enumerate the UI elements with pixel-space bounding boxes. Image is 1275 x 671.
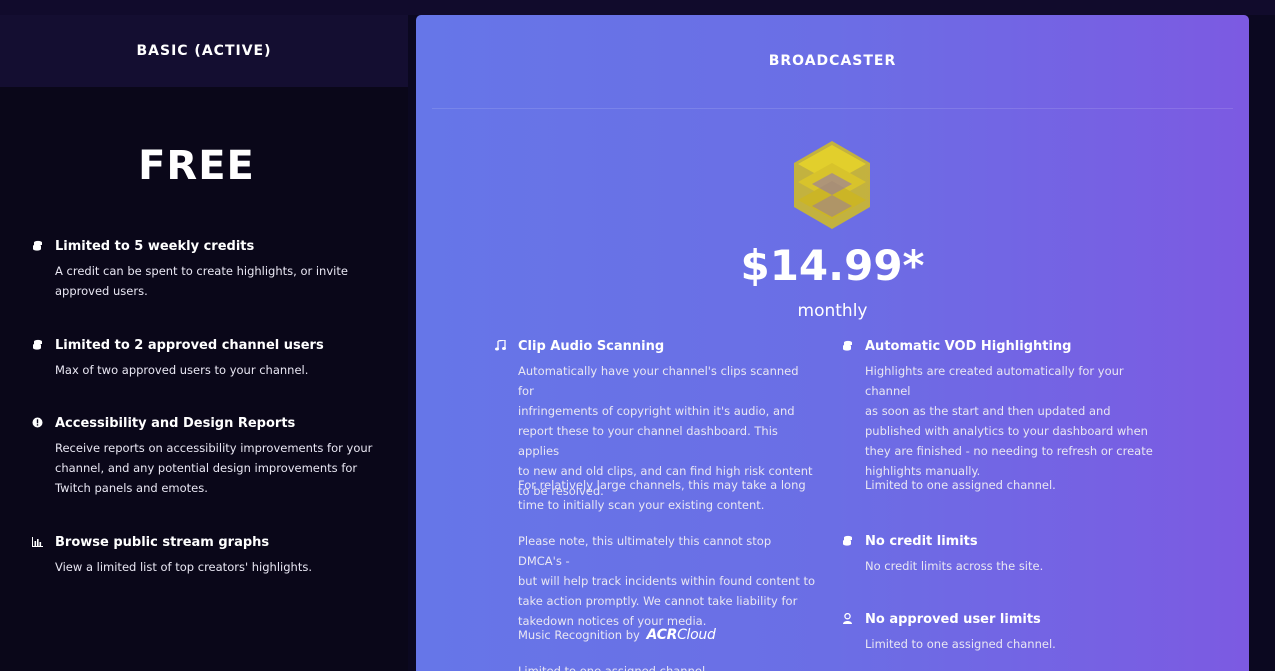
coins-icon: [840, 340, 854, 354]
broadcaster-plan-title: BROADCASTER: [768, 53, 897, 69]
basic-plan-title: BASIC (ACTIVE): [136, 43, 272, 59]
stacked-layers-icon: [794, 141, 870, 229]
feature-no-credit-limits: No credit limits No credit limits across…: [840, 534, 1160, 574]
music-note-icon: [493, 339, 507, 354]
clip-audio-note-dmca: Please note, this ultimately this cannot…: [518, 534, 816, 628]
feature-no-user-limits: No approved user limits Limited to one a…: [840, 612, 1160, 652]
feature-clip-audio-scanning: Clip Audio Scanning Automatically have y…: [493, 339, 813, 498]
coins-icon: [840, 535, 854, 549]
feature-title: Limited to 2 approved channel users: [55, 338, 324, 353]
top-strip: [0, 0, 1275, 15]
music-recognition-credit: Music Recognition by ACRCloud: [518, 627, 716, 643]
feature-vod-highlighting: Automatic VOD Highlighting Highlights ar…: [840, 339, 1160, 478]
vod-channel-limit: Limited to one assigned channel.: [865, 478, 1056, 492]
coins-icon: [30, 339, 44, 353]
feature-title: Clip Audio Scanning: [518, 339, 665, 354]
basic-feature-weekly-credits: Limited to 5 weekly credits A credit can…: [30, 239, 390, 303]
coins-icon: [30, 240, 44, 254]
billing-period: monthly: [797, 301, 868, 321]
info-icon: [30, 417, 44, 431]
feature-description: Highlights are created automatically for…: [865, 364, 1153, 478]
feature-description: No credit limits across the site.: [865, 559, 1044, 573]
basic-plan-header: BASIC (ACTIVE): [0, 15, 408, 87]
feature-title: Browse public stream graphs: [55, 535, 270, 550]
acrcloud-logo: ACRCloud: [646, 627, 716, 643]
feature-title: No approved user limits: [865, 612, 1041, 627]
basic-feature-stream-graphs: Browse public stream graphs View a limit…: [30, 535, 390, 579]
feature-description: Max of two approved users to your channe…: [55, 363, 309, 377]
feature-title: No credit limits: [865, 534, 978, 549]
broadcaster-plan-card[interactable]: BROADCASTER $14.99* monthly Clip Audio S…: [416, 15, 1249, 671]
basic-feature-approved-users: Limited to 2 approved channel users Max …: [30, 338, 390, 382]
feature-description: View a limited list of top creators' hig…: [55, 560, 312, 574]
clip-audio-channel-limit: Limited to one assigned channel.: [518, 664, 709, 671]
basic-plan-price: FREE: [138, 143, 255, 189]
feature-description: Limited to one assigned channel.: [865, 637, 1056, 651]
broadcaster-price: $14.99*: [740, 241, 925, 290]
feature-description: A credit can be spent to create highligh…: [55, 264, 348, 298]
feature-title: Automatic VOD Highlighting: [865, 339, 1072, 354]
feature-title: Limited to 5 weekly credits: [55, 239, 255, 254]
basic-feature-accessibility-reports: Accessibility and Design Reports Receive…: [30, 416, 390, 500]
divider: [432, 108, 1233, 109]
chart-icon: [30, 536, 44, 550]
feature-description: Receive reports on accessibility improve…: [55, 441, 373, 495]
user-badge-icon: [840, 612, 854, 627]
feature-title: Accessibility and Design Reports: [55, 416, 296, 431]
clip-audio-note-large-channels: For relatively large channels, this may …: [518, 478, 806, 512]
